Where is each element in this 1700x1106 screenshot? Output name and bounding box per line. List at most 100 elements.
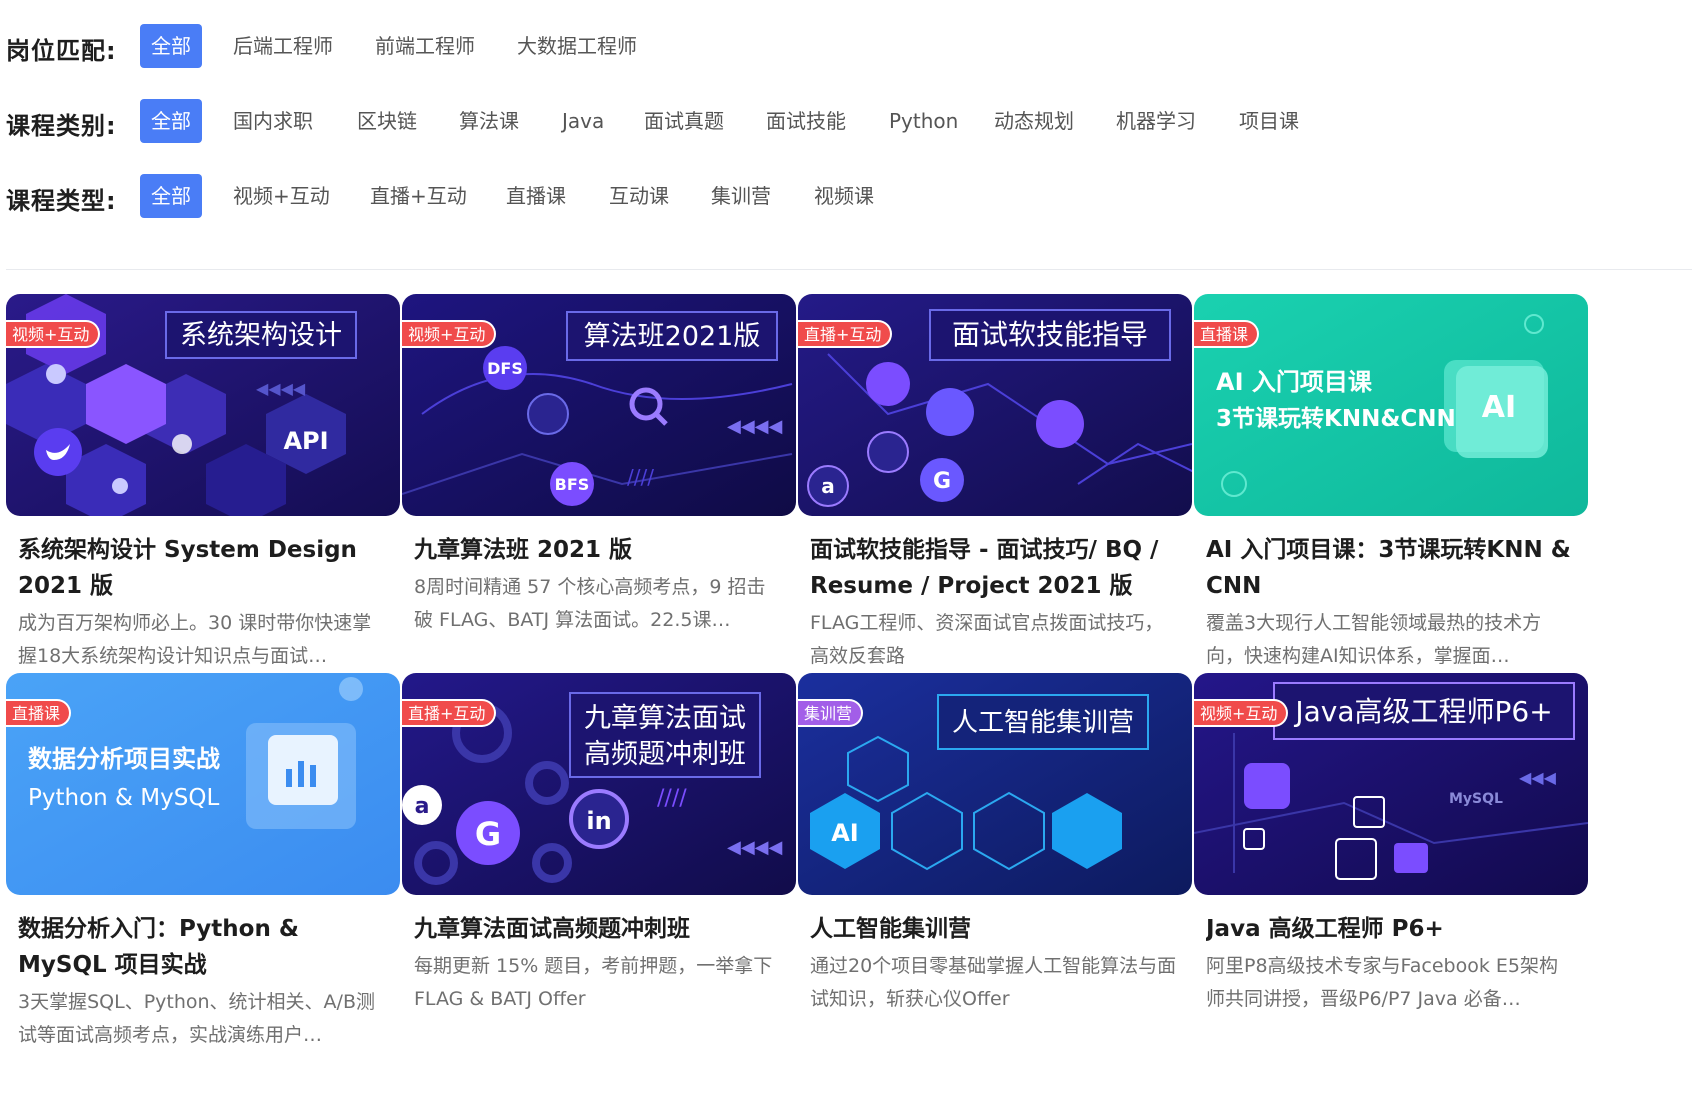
course-title[interactable]: 人工智能集训营 bbox=[810, 911, 1180, 947]
course-title[interactable]: 九章算法班 2021 版 bbox=[414, 532, 784, 568]
svg-text:◀◀◀◀: ◀◀◀◀ bbox=[727, 416, 783, 437]
chip-category-interview-questions[interactable]: 面试真题 bbox=[633, 99, 735, 143]
chip-category-python[interactable]: Python bbox=[878, 99, 969, 143]
course-type-badge: 视频+互动 bbox=[6, 320, 101, 348]
location-icon bbox=[112, 478, 128, 494]
course-card-java-p6[interactable]: Java高级工程师P6+ MySQL ◀◀◀ 视频+互动 Java 高级工程师 … bbox=[1194, 673, 1588, 1016]
course-thumbnail[interactable]: 九章算法面试 高频题冲刺班 a G in //// ◀◀◀◀ 直播+互动 bbox=[402, 673, 796, 895]
instagram-icon bbox=[1036, 400, 1084, 448]
banner-title: 面试软技能指导 bbox=[952, 318, 1148, 351]
chip-category-all[interactable]: 全部 bbox=[140, 99, 202, 143]
course-description: 覆盖3大现行人工智能领域最热的技术方向，快速构建AI知识体系，掌握面… bbox=[1206, 612, 1542, 667]
course-card-system-design[interactable]: 系统架构设计 API ◀◀◀◀ 视频+互动 系统架构设计 System Desi… bbox=[6, 294, 400, 673]
banner-title: Java高级工程师P6+ bbox=[1293, 695, 1552, 728]
course-thumbnail[interactable]: AI 人工智能集训营 集训营 bbox=[798, 673, 1192, 895]
amazon-letter: a bbox=[415, 794, 430, 819]
course-card-algorithm-class[interactable]: 算法班2021版 DFS BFS ◀◀◀◀ //// 视频+互动 九章算法班 2… bbox=[402, 294, 796, 637]
course-description: 3天掌握SQL、Python、统计相关、A/B测试等面试高频考点，实战演练用户… bbox=[18, 991, 375, 1046]
course-type-badge: 直播课 bbox=[1194, 320, 1260, 348]
course-card-algorithm-sprint[interactable]: 九章算法面试 高频题冲刺班 a G in //// ◀◀◀◀ 直播+互动 九章算… bbox=[402, 673, 796, 1016]
filter-label-category: 课程类别: bbox=[6, 112, 117, 140]
google-letter: G bbox=[933, 469, 951, 494]
chip-category-ml[interactable]: 机器学习 bbox=[1105, 99, 1207, 143]
course-description: 成为百万架构师必上。30 课时带你快速掌握18大系统架构设计知识点与面试… bbox=[18, 612, 372, 667]
ai-head-icon: AI bbox=[1482, 390, 1516, 425]
chip-category-blockchain[interactable]: 区块链 bbox=[346, 99, 428, 143]
bfs-label: BFS bbox=[555, 475, 590, 494]
mysql-icon: MySQL bbox=[1449, 791, 1503, 807]
course-thumbnail[interactable]: 面试软技能指导 a G 直播+互动 bbox=[798, 294, 1192, 516]
course-description: 8周时间精通 57 个核心高频考点，9 招击破 FLAG、BATJ 算法面试。2… bbox=[414, 576, 766, 631]
course-title[interactable]: 系统架构设计 System Design 2021 版 bbox=[18, 532, 388, 604]
chip-category-dp[interactable]: 动态规划 bbox=[983, 99, 1085, 143]
course-title[interactable]: 数据分析入门：Python & MySQL 项目实战 bbox=[18, 911, 388, 983]
ai-label: AI bbox=[831, 819, 859, 847]
course-type-badge: 视频+互动 bbox=[1194, 699, 1289, 727]
banner-line2: Python & MySQL bbox=[28, 785, 219, 811]
course-type-badge: 集训营 bbox=[798, 699, 864, 727]
banner-line1: AI 入门项目课 bbox=[1216, 368, 1373, 396]
network-icon bbox=[527, 393, 569, 435]
course-card-soft-skills[interactable]: 面试软技能指导 a G 直播+互动 面试软技能指导 - 面试技巧/ BQ / R… bbox=[798, 294, 1192, 673]
course-card-data-analysis[interactable]: 数据分析项目实战 Python & MySQL 直播课 数据分析入门：Pytho… bbox=[6, 673, 400, 1052]
chip-category-algorithm[interactable]: 算法课 bbox=[448, 99, 530, 143]
course-card-ai-bootcamp[interactable]: AI 人工智能集训营 集训营 人工智能集训营 通过20个项目零基础掌握人工智能算… bbox=[798, 673, 1192, 1016]
course-title[interactable]: 九章算法面试高频题冲刺班 bbox=[414, 911, 784, 947]
course-description: FLAG工程师、资深面试官点拨面试技巧，高效反套路 bbox=[810, 612, 1164, 667]
course-thumbnail[interactable]: Java高级工程师P6+ MySQL ◀◀◀ 视频+互动 bbox=[1194, 673, 1588, 895]
course-thumbnail[interactable]: AI AI 入门项目课 3节课玩转KNN&CNN 直播课 bbox=[1194, 294, 1588, 516]
course-title[interactable]: 面试软技能指导 - 面试技巧/ BQ / Resume / Project 20… bbox=[810, 532, 1180, 604]
chip-type-video-interactive[interactable]: 视频+互动 bbox=[222, 174, 341, 218]
amazon-letter: a bbox=[821, 474, 835, 498]
chip-category-interview-skills[interactable]: 面试技能 bbox=[755, 99, 857, 143]
banner-line2: 高频题冲刺班 bbox=[584, 739, 746, 770]
java-icon bbox=[1244, 763, 1290, 809]
course-thumbnail[interactable]: 数据分析项目实战 Python & MySQL 直播课 bbox=[6, 673, 400, 895]
svg-text:////: //// bbox=[627, 465, 654, 489]
svg-text:◀◀◀◀: ◀◀◀◀ bbox=[727, 837, 783, 858]
filter-divider bbox=[6, 269, 1692, 270]
banner-line2: 3节课玩转KNN&CNN bbox=[1216, 405, 1456, 432]
svg-text:////: //// bbox=[657, 786, 687, 811]
banner-line1: 数据分析项目实战 bbox=[28, 745, 220, 773]
chat-icon bbox=[172, 434, 192, 454]
people-icon bbox=[866, 362, 910, 406]
course-card-ai-intro[interactable]: AI AI 入门项目课 3节课玩转KNN&CNN 直播课 AI 入门项目课：3节… bbox=[1194, 294, 1588, 673]
course-thumbnail[interactable]: 算法班2021版 DFS BFS ◀◀◀◀ //// 视频+互动 bbox=[402, 294, 796, 516]
chip-category-java[interactable]: Java bbox=[551, 99, 615, 143]
chip-type-all[interactable]: 全部 bbox=[140, 174, 202, 218]
course-description: 通过20个项目零基础掌握人工智能算法与面试知识，斩获心仪Offer bbox=[810, 955, 1177, 1010]
banner-title: 系统架构设计 bbox=[180, 320, 342, 351]
apple-icon bbox=[867, 431, 909, 473]
course-description: 阿里P8高级技术专家与Facebook E5架构师共同讲授，晋级P6/P7 Ja… bbox=[1206, 955, 1558, 1010]
chip-type-interactive[interactable]: 互动课 bbox=[598, 174, 680, 218]
chip-type-live[interactable]: 直播课 bbox=[495, 174, 577, 218]
database-icon bbox=[46, 364, 66, 384]
banner-title: 算法班2021版 bbox=[584, 321, 761, 352]
api-label: API bbox=[283, 427, 328, 455]
course-type-badge: 直播+互动 bbox=[402, 699, 497, 727]
chip-category-project[interactable]: 项目课 bbox=[1228, 99, 1310, 143]
chip-type-video[interactable]: 视频课 bbox=[803, 174, 885, 218]
chip-type-bootcamp[interactable]: 集训营 bbox=[700, 174, 782, 218]
course-thumbnail[interactable]: 系统架构设计 API ◀◀◀◀ 视频+互动 bbox=[6, 294, 400, 516]
dfs-label: DFS bbox=[487, 359, 523, 378]
chip-position-backend[interactable]: 后端工程师 bbox=[222, 24, 344, 68]
chip-position-frontend[interactable]: 前端工程师 bbox=[364, 24, 486, 68]
course-title[interactable]: AI 入门项目课：3节课玩转KNN & CNN bbox=[1206, 532, 1576, 604]
google-letter: G bbox=[475, 815, 501, 853]
banner-line1: 九章算法面试 bbox=[584, 703, 746, 734]
chip-position-bigdata[interactable]: 大数据工程师 bbox=[506, 24, 648, 68]
code-icon bbox=[1394, 843, 1428, 873]
course-type-badge: 直播+互动 bbox=[798, 320, 893, 348]
course-title[interactable]: Java 高级工程师 P6+ bbox=[1206, 911, 1576, 947]
chip-category-domestic[interactable]: 国内求职 bbox=[222, 99, 324, 143]
filter-label-position: 岗位匹配: bbox=[6, 37, 117, 65]
banner-title: 人工智能集训营 bbox=[952, 708, 1134, 738]
course-type-badge: 视频+互动 bbox=[402, 320, 497, 348]
linkedin-letter: in bbox=[586, 807, 611, 835]
filter-label-type: 课程类型: bbox=[6, 187, 117, 215]
svg-text:◀◀◀: ◀◀◀ bbox=[1519, 768, 1557, 787]
chip-position-all[interactable]: 全部 bbox=[140, 24, 202, 68]
chip-type-live-interactive[interactable]: 直播+互动 bbox=[359, 174, 478, 218]
